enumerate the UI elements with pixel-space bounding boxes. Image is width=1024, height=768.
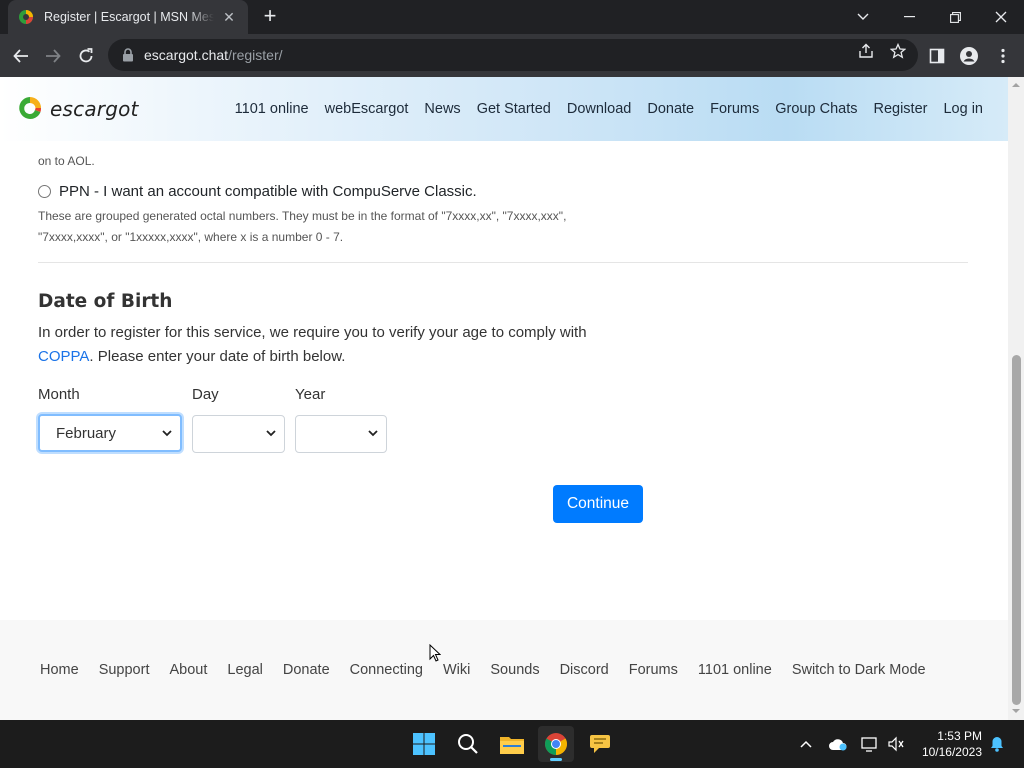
footer-sounds[interactable]: Sounds xyxy=(490,662,539,678)
network-icon[interactable] xyxy=(858,720,882,768)
nav-forums[interactable]: Forums xyxy=(710,101,759,117)
dob-desc-text: In order to register for this service, w… xyxy=(38,324,587,341)
footer-connecting[interactable]: Connecting xyxy=(350,662,423,678)
footer-discord[interactable]: Discord xyxy=(560,662,609,678)
dob-description: In order to register for this service, w… xyxy=(38,321,638,369)
month-select[interactable]: February xyxy=(38,414,182,452)
site-header: escargot 1101 online webEscargot News Ge… xyxy=(0,77,1008,141)
file-explorer-icon[interactable] xyxy=(494,726,530,762)
browser-toolbar: escargot.chat/register/ xyxy=(0,34,1024,77)
new-tab-icon[interactable]: + xyxy=(258,5,282,29)
chevron-down-icon xyxy=(266,430,276,437)
nav-news[interactable]: News xyxy=(424,101,460,117)
windows-logo-icon xyxy=(413,733,435,755)
footer-home[interactable]: Home xyxy=(40,662,79,678)
notification-bell-icon[interactable] xyxy=(986,720,1008,768)
footer-legal[interactable]: Legal xyxy=(227,662,262,678)
url-path: /register/ xyxy=(228,47,283,63)
month-label: Month xyxy=(38,386,80,403)
day-select[interactable] xyxy=(192,415,285,453)
browser-tab-strip: Register | Escargot | MSN Messenger ✕ + xyxy=(0,0,1024,34)
day-label: Day xyxy=(192,386,219,403)
year-label: Year xyxy=(295,386,326,403)
escargot-logo-icon xyxy=(19,97,42,119)
ppn-radio[interactable] xyxy=(38,185,51,198)
site-logo[interactable]: escargot xyxy=(18,95,139,123)
footer-about[interactable]: About xyxy=(169,662,207,678)
nav-register[interactable]: Register xyxy=(873,101,927,117)
share-icon[interactable] xyxy=(857,42,875,60)
clock-time: 1:53 PM xyxy=(937,729,982,743)
messenger-taskbar-icon[interactable] xyxy=(582,726,618,762)
clock-date: 10/16/2023 xyxy=(921,745,982,759)
year-select[interactable] xyxy=(295,415,387,453)
profile-icon[interactable] xyxy=(956,43,982,69)
address-bar[interactable]: escargot.chat/register/ xyxy=(108,39,918,71)
footer-forums[interactable]: Forums xyxy=(629,662,678,678)
nav-webescargot[interactable]: webEscargot xyxy=(325,101,409,117)
footer-dark-mode-toggle[interactable]: Switch to Dark Mode xyxy=(792,662,926,678)
coppa-link[interactable]: COPPA xyxy=(38,348,89,365)
nav-log-in[interactable]: Log in xyxy=(943,101,983,117)
reload-icon[interactable] xyxy=(73,43,99,69)
windows-taskbar: 1:53 PM 10/16/2023 xyxy=(0,720,1024,768)
taskbar-clock[interactable]: 1:53 PM 10/16/2023 xyxy=(922,728,982,760)
dob-heading: Date of Birth xyxy=(38,291,173,312)
footer-nav: Home Support About Legal Donate Connecti… xyxy=(40,662,926,678)
month-select-value: February xyxy=(56,424,117,442)
page-viewport: escargot 1101 online webEscargot News Ge… xyxy=(0,77,1024,720)
footer-1101-online[interactable]: 1101 online xyxy=(698,662,772,678)
nav-download[interactable]: Download xyxy=(567,101,632,117)
browser-tab-active[interactable]: Register | Escargot | MSN Messenger ✕ xyxy=(8,0,248,34)
section-divider xyxy=(38,262,968,263)
scroll-up-icon[interactable] xyxy=(1012,81,1020,89)
scrollbar-thumb[interactable] xyxy=(1012,355,1021,705)
chrome-taskbar-icon[interactable] xyxy=(538,726,574,762)
site-nav: 1101 online webEscargot News Get Started… xyxy=(235,101,983,117)
bookmark-star-icon[interactable] xyxy=(889,42,907,60)
nav-get-started[interactable]: Get Started xyxy=(477,101,551,117)
url-host: escargot.chat xyxy=(144,47,229,63)
volume-muted-icon[interactable] xyxy=(884,720,908,768)
start-button[interactable] xyxy=(406,726,442,762)
ppn-hint: These are grouped generated octal number… xyxy=(38,209,567,244)
tab-title: Register | Escargot | MSN Messenger xyxy=(44,10,214,24)
site-logo-text: escargot xyxy=(50,97,139,121)
dob-desc-text-end: . Please enter your date of birth below. xyxy=(89,348,346,365)
nav-donate[interactable]: Donate xyxy=(647,101,694,117)
more-menu-icon[interactable] xyxy=(990,43,1016,69)
forward-icon[interactable] xyxy=(40,43,66,69)
nav-1101-online[interactable]: 1101 online xyxy=(235,101,309,117)
tray-overflow-icon[interactable] xyxy=(796,720,816,768)
onedrive-icon[interactable] xyxy=(826,720,850,768)
side-panel-icon[interactable] xyxy=(924,43,950,69)
continue-button[interactable]: Continue xyxy=(553,485,643,523)
scroll-down-icon[interactable] xyxy=(1012,707,1020,715)
active-app-indicator xyxy=(550,758,562,761)
ppn-label: PPN - I want an account compatible with … xyxy=(59,183,477,200)
nav-group-chats[interactable]: Group Chats xyxy=(775,101,857,117)
tab-close-icon[interactable]: ✕ xyxy=(220,9,238,26)
clipped-hint-text: on to AOL. xyxy=(38,154,95,168)
escargot-favicon-icon xyxy=(19,10,33,24)
mouse-cursor-icon xyxy=(429,644,441,662)
footer-wiki[interactable]: Wiki xyxy=(443,662,470,678)
ppn-option[interactable]: PPN - I want an account compatible with … xyxy=(38,183,477,200)
footer-donate[interactable]: Donate xyxy=(283,662,330,678)
footer-support[interactable]: Support xyxy=(99,662,150,678)
taskbar-search-icon[interactable] xyxy=(450,726,486,762)
lock-icon xyxy=(123,48,133,62)
minimize-icon[interactable] xyxy=(886,0,932,34)
restore-icon[interactable] xyxy=(932,0,978,34)
tab-search-icon[interactable] xyxy=(840,0,886,34)
back-icon[interactable] xyxy=(8,43,34,69)
chevron-down-icon xyxy=(162,430,172,437)
chevron-down-icon xyxy=(368,430,378,437)
page-scrollbar[interactable] xyxy=(1008,77,1024,720)
close-window-icon[interactable] xyxy=(978,0,1024,34)
site-footer: Home Support About Legal Donate Connecti… xyxy=(0,620,1008,720)
